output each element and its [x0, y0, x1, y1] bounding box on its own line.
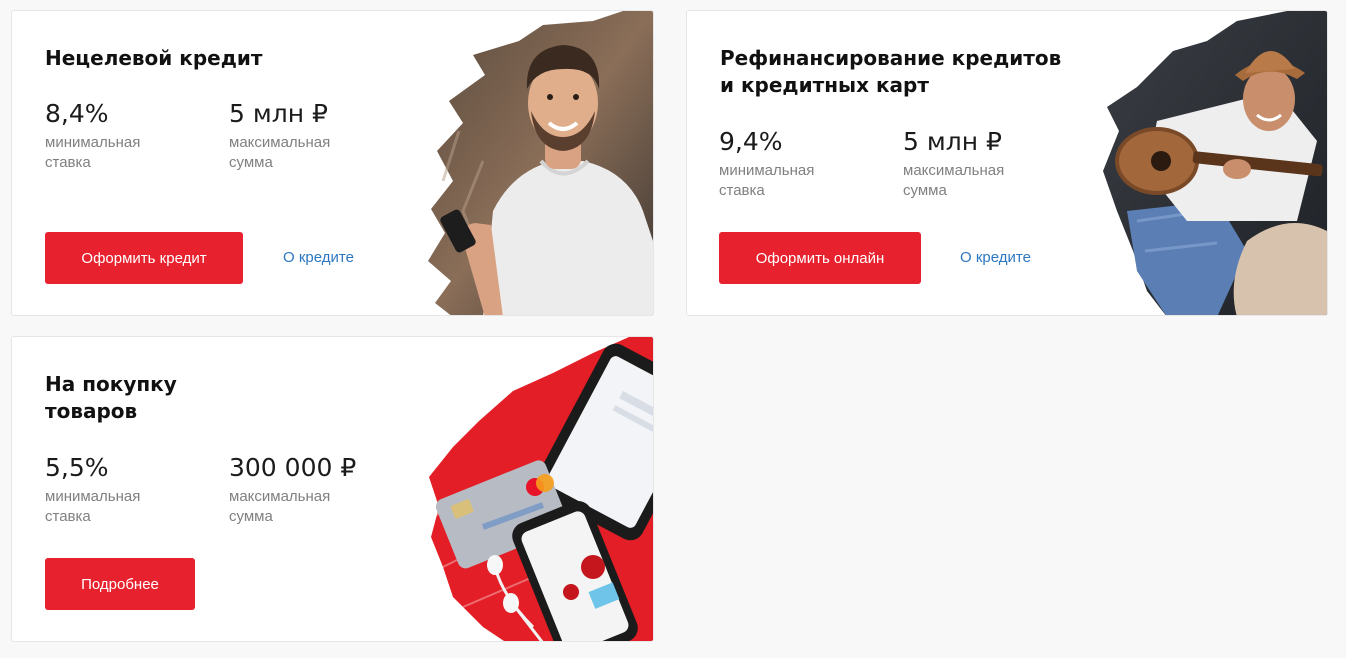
devices-and-cards-illustration	[429, 337, 653, 641]
details-button[interactable]: Подробнее	[45, 558, 195, 610]
card-title: Нецелевой кредит	[45, 46, 263, 70]
apply-loan-button[interactable]: Оформить кредит	[45, 232, 243, 284]
rate-caption: минимальная ставка	[719, 162, 815, 199]
amount-caption: максимальная сумма	[229, 134, 331, 171]
man-with-guitar-photo	[1103, 11, 1327, 315]
amount-block: 5 млн ₽ максимальная сумма	[903, 127, 1073, 201]
loan-card-refinancing: Рефинансирование кредитов и кредитных ка…	[686, 10, 1328, 316]
rate-value: 8,4%	[45, 99, 109, 128]
loan-card-non-target: Нецелевой кредит 8,4% минимальная ставка…	[11, 10, 654, 316]
rate-block: 8,4% минимальная ставка	[45, 99, 215, 173]
amount-caption: максимальная сумма	[903, 162, 1005, 199]
amount-value: 5 млн ₽	[229, 99, 328, 128]
amount-value: 5 млн ₽	[903, 127, 1002, 156]
card-title: На покупку товаров	[45, 372, 177, 423]
rate-block: 9,4% минимальная ставка	[719, 127, 889, 201]
amount-caption: максимальная сумма	[229, 488, 331, 525]
card-title: Рефинансирование кредитов и кредитных ка…	[720, 46, 1062, 97]
amount-value: 300 000 ₽	[229, 453, 357, 482]
about-loan-link[interactable]: О кредите	[960, 248, 1031, 268]
rate-block: 5,5% минимальная ставка	[45, 453, 215, 527]
smiling-man-with-phone-photo	[428, 11, 653, 315]
rate-caption: минимальная ставка	[45, 488, 141, 525]
about-loan-link[interactable]: О кредите	[283, 248, 354, 268]
loan-card-goods-purchase: На покупку товаров 5,5% минимальная став…	[11, 336, 654, 642]
rate-caption: минимальная ставка	[45, 134, 141, 171]
rate-value: 9,4%	[719, 127, 783, 156]
amount-block: 5 млн ₽ максимальная сумма	[229, 99, 399, 173]
amount-block: 300 000 ₽ максимальная сумма	[229, 453, 399, 527]
rate-value: 5,5%	[45, 453, 109, 482]
apply-online-button[interactable]: Оформить онлайн	[719, 232, 921, 284]
